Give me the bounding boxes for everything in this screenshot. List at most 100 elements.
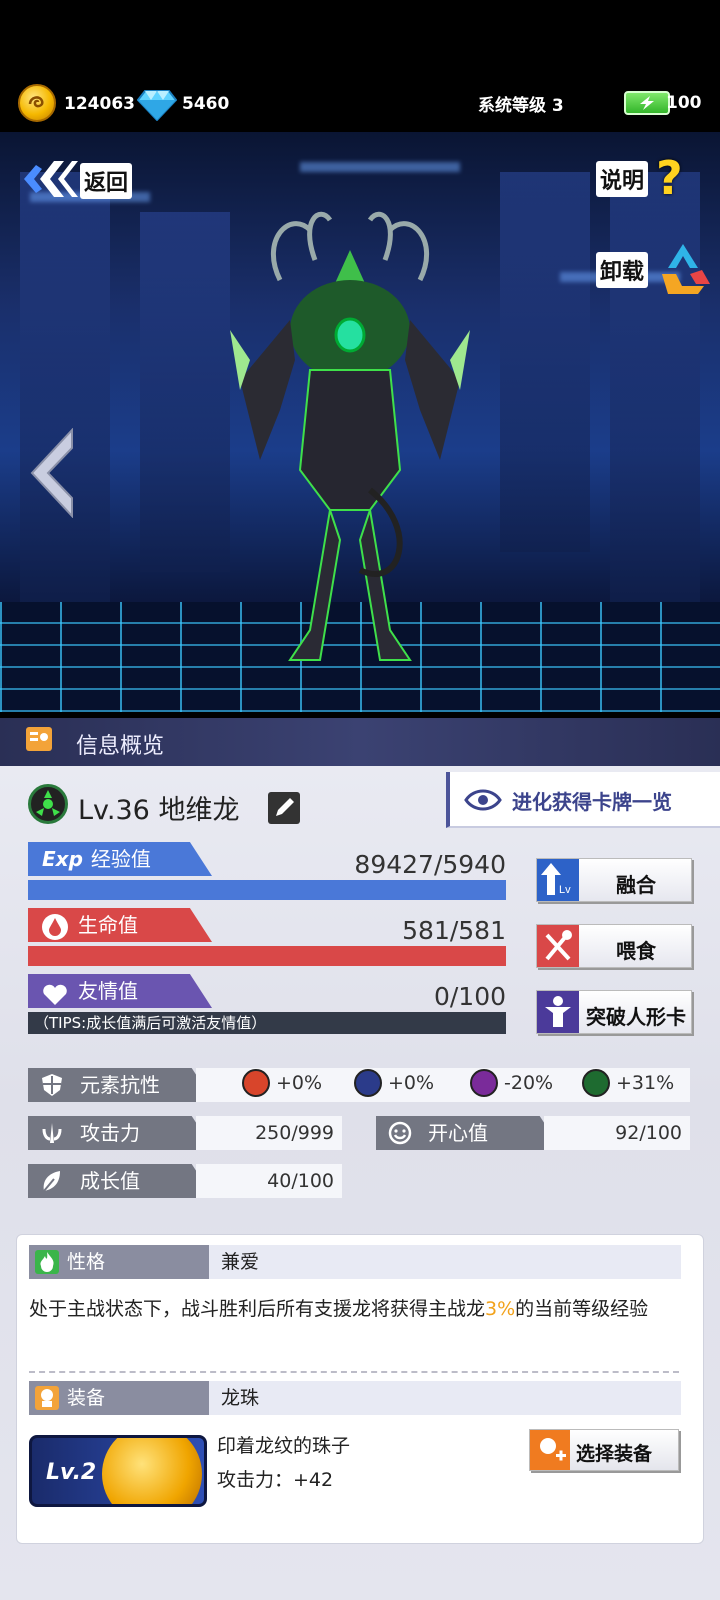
equipment-level-badge: Lv.2 [29, 1435, 207, 1507]
question-mark-icon: ? [656, 151, 683, 205]
evolution-cards-label: 进化获得卡牌一览 [512, 790, 672, 814]
back-chevron-icon [24, 161, 78, 197]
personality-label: 性格 [67, 1251, 106, 1273]
exp-bar [28, 880, 506, 900]
help-label: 说明 [596, 161, 649, 197]
growth-tag: 成长值 [28, 1164, 214, 1198]
equipment-hand-icon [35, 1386, 59, 1410]
hp-bar [28, 946, 506, 966]
back-label: 返回 [80, 163, 132, 199]
water-element-icon [354, 1069, 382, 1097]
friendship-tag: 友情值 [28, 974, 212, 1008]
evolution-cards-button[interactable]: 进化获得卡牌一览 [446, 772, 720, 828]
friendship-value: 0/100 [433, 982, 506, 1011]
claw-attack-icon [42, 1123, 62, 1143]
info-overview-header: 信息概览 [0, 718, 720, 766]
personality-desc-prefix: 处于主战状态下，战斗胜利后所有支援龙将获得主战龙 [29, 1298, 486, 1320]
earth-element-icon [582, 1069, 610, 1097]
exp-bar-fill [28, 880, 506, 900]
hp-tag: 生命值 [28, 908, 212, 942]
exp-value: 89427/5940 [354, 850, 506, 879]
thunder-resistance-value: -20% [504, 1072, 554, 1094]
personality-value: 兼爱 [209, 1245, 681, 1279]
unload-button[interactable]: 卸载 [596, 240, 716, 296]
earth-resistance-value: +31% [616, 1072, 675, 1094]
dragon-creature-model[interactable] [220, 210, 480, 680]
flame-icon [35, 1250, 59, 1274]
edit-name-icon[interactable] [268, 792, 300, 824]
attack-label: 攻击力 [80, 1121, 140, 1145]
choose-equipment-button[interactable]: 选择装备 [529, 1429, 679, 1471]
fuse-button[interactable]: Lv 融合 [536, 858, 692, 902]
water-resistance-value: +0% [388, 1072, 435, 1094]
back-button[interactable]: 返回 [22, 155, 132, 201]
eye-icon [464, 789, 502, 811]
coin-count: 124063 [64, 94, 135, 114]
fire-resistance-value: +0% [276, 1072, 323, 1094]
system-level: 系统等级 3 [478, 96, 564, 116]
friendship-tips: （TIPS:成长值满后可激活友情值） [34, 1014, 267, 1032]
leaf-icon [43, 1171, 60, 1192]
hp-value: 581/581 [402, 916, 506, 945]
info-overview-title: 信息概览 [76, 734, 165, 759]
unload-label: 卸载 [596, 252, 649, 288]
help-button[interactable]: 说明 ? [596, 151, 706, 205]
resistance-label: 元素抗性 [80, 1073, 160, 1097]
thunder-element-icon [470, 1069, 498, 1097]
attack-value: 250/999 [196, 1116, 342, 1150]
fuse-label: 融合 [616, 873, 656, 897]
friendship-label: 友情值 [78, 979, 138, 1003]
shield-icon [42, 1074, 62, 1096]
blood-drop-icon [42, 913, 68, 940]
happiness-tag: 开心值 [376, 1116, 562, 1150]
growth-label: 成长值 [80, 1169, 140, 1193]
breakthrough-label: 突破人形卡 [586, 1005, 686, 1029]
personality-description: 处于主战状态下，战斗胜利后所有支援龙将获得主战龙3%的当前等级经验 [29, 1295, 689, 1323]
dragon-orb-icon [102, 1438, 202, 1504]
earth-element-icon [28, 784, 68, 824]
happiness-value: 92/100 [544, 1116, 690, 1150]
fire-element-icon [242, 1069, 270, 1097]
friendship-bar: （TIPS:成长值满后可激活友情值） [28, 1012, 506, 1034]
breakthrough-button[interactable]: 突破人形卡 [536, 990, 692, 1034]
person-icon [537, 991, 579, 1033]
equipment-tag: 装备 [29, 1381, 209, 1415]
equip-plus-icon [530, 1430, 570, 1470]
happiness-label: 开心值 [428, 1121, 488, 1145]
growth-value: 40/100 [196, 1164, 342, 1198]
exp-tag: Exp 经验值 [28, 842, 212, 876]
svg-text:Lv: Lv [559, 884, 571, 896]
smiley-icon [388, 1121, 412, 1145]
previous-pet-arrow-icon[interactable] [28, 428, 74, 518]
feed-label: 喂食 [616, 939, 656, 963]
info-card-icon [26, 727, 52, 751]
personality-desc-suffix: 的当前等级经验 [515, 1298, 649, 1320]
diamond-icon [137, 90, 177, 121]
choose-equipment-label: 选择装备 [576, 1443, 653, 1465]
personality-desc-highlight: 3% [485, 1298, 516, 1320]
attack-tag: 攻击力 [28, 1116, 214, 1150]
equipment-label: 装备 [67, 1387, 106, 1409]
recycle-icon [662, 244, 710, 294]
pet-name: Lv.36 地维龙 [78, 795, 240, 826]
section-divider [29, 1371, 679, 1373]
gem-count: 5460 [182, 94, 230, 114]
level-up-arrow-icon: Lv [537, 859, 579, 901]
equipment-attack: 攻击力：+42 [217, 1469, 334, 1491]
energy-count: 100 [666, 93, 702, 113]
hp-label: 生命值 [78, 913, 138, 937]
personality-equipment-card: 性格 兼爱 处于主战状态下，战斗胜利后所有支援龙将获得主战龙3%的当前等级经验 … [16, 1234, 704, 1544]
exp-label: 经验值 [90, 847, 151, 871]
equipment-value: 龙珠 [209, 1381, 681, 1415]
energy-battery-icon [624, 91, 670, 115]
feed-button[interactable]: 喂食 [536, 924, 692, 968]
hp-bar-fill [28, 946, 506, 966]
fork-knife-icon [537, 925, 579, 967]
resistance-tag: 元素抗性 [28, 1068, 214, 1102]
heart-icon [42, 982, 68, 1005]
exp-icon: Exp [42, 847, 83, 871]
coin-icon [18, 84, 56, 122]
resource-bar: 124063 5460 系统等级 3 100 [0, 0, 720, 132]
equipment-level: Lv.2 [46, 1460, 97, 1485]
equipment-name: 印着龙纹的珠子 [217, 1435, 351, 1457]
